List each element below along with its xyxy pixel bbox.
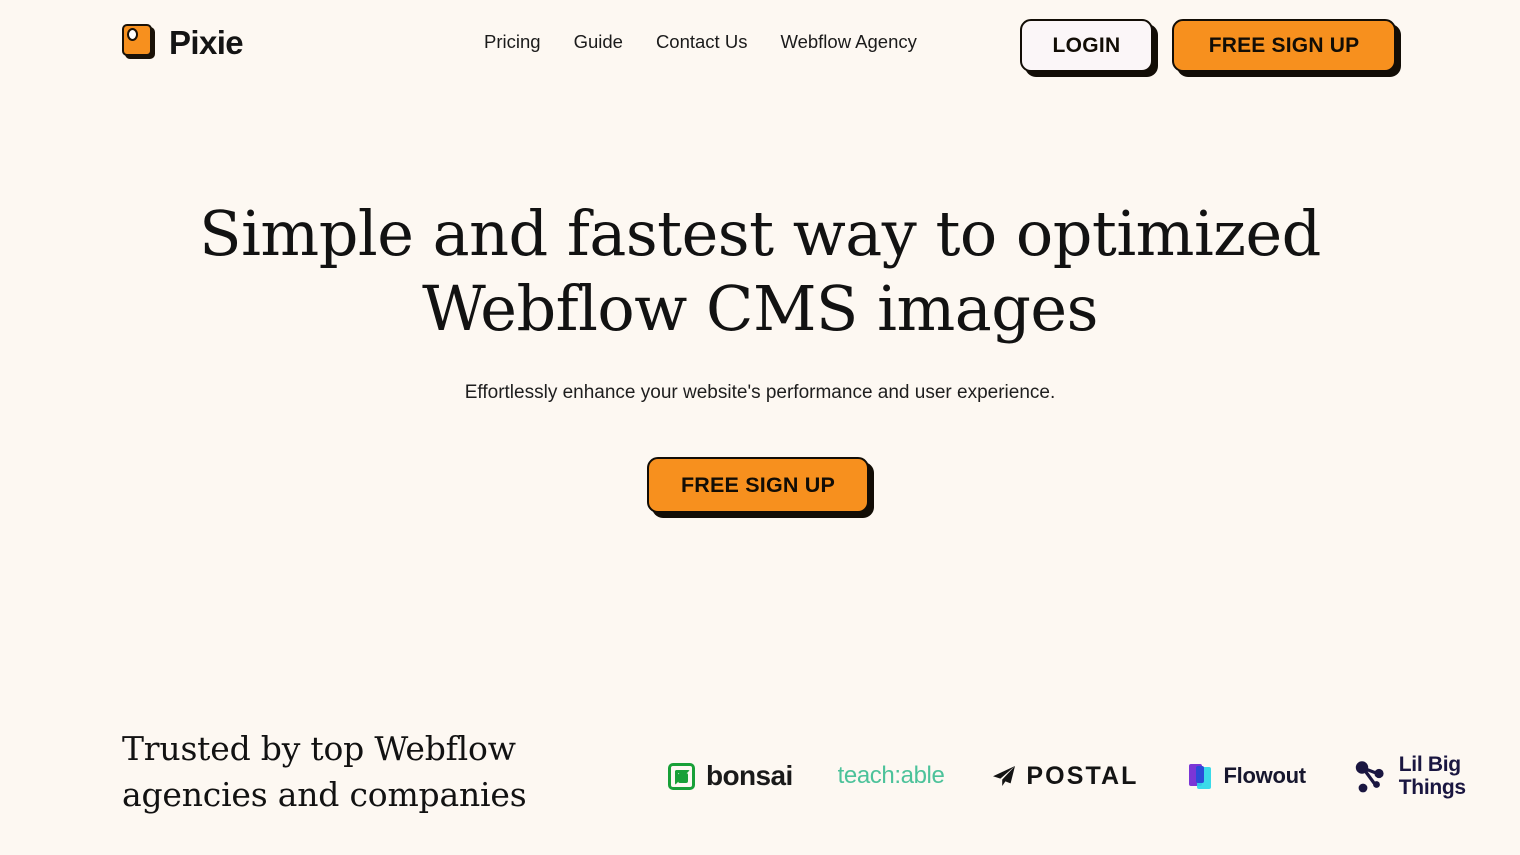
hero-title-line-1: Simple and fastest way to optimized [199,197,1321,270]
hero-free-signup-button[interactable]: FREE SIGN UP [647,457,869,513]
client-logo-bonsai: bonsai [668,762,793,790]
teachable-wordmark: teach:able [837,762,945,789]
client-logo-postal: POSTAL [992,761,1139,790]
hero-subtitle: Effortlessly enhance your website's perf… [464,382,1056,403]
flowout-wordmark: Flowout [1223,763,1307,788]
trusted-by-section: Trusted by top Webflow agencies and comp… [0,716,1520,826]
client-logo-flowout: Flowout [1188,763,1307,789]
hero-title-line-2: Webflow CMS images [422,272,1098,345]
pixie-square-icon [122,24,156,60]
site-header: Pixie Pricing Guide Contact Us Webflow A… [0,0,1520,92]
hero-section: Simple and fastest way to optimized Webf… [0,196,1520,513]
brand-name: Pixie [169,23,244,61]
nav-item-pricing[interactable]: Pricing [484,32,541,52]
paper-plane-icon [993,766,1016,786]
lbt-line-2: Things [1398,776,1466,799]
nav-item-contact-us[interactable]: Contact Us [656,32,748,52]
bonsai-wordmark: bonsai [706,760,793,791]
client-logo-teachable: teach:able [838,764,945,788]
flowout-cards-icon [1188,763,1215,789]
brand-logo[interactable]: Pixie [122,23,244,61]
nav-item-webflow-agency[interactable]: Webflow Agency [780,32,916,52]
trusted-heading-line-1: Trusted by top Webflow [122,729,516,768]
lbt-line-1: Lil Big [1398,753,1461,776]
page-title: Simple and fastest way to optimized Webf… [170,196,1350,346]
main-nav: Pricing Guide Contact Us Webflow Agency [484,32,917,52]
client-logo-lil-big-things: Lil Big Things [1354,753,1466,799]
nav-item-guide[interactable]: Guide [574,32,623,52]
trusted-by-heading: Trusted by top Webflow agencies and comp… [122,726,592,818]
bonsai-spiral-icon [668,762,695,790]
client-logo-row: bonsai teach:able POSTAL Flowout Lil Big… [668,746,1466,806]
postal-wordmark: POSTAL [1026,761,1139,790]
trusted-heading-line-2: agencies and companies [122,775,527,814]
lil-big-things-wordmark: Lil Big Things [1399,753,1466,799]
molecule-nodes-icon [1355,761,1384,793]
login-button[interactable]: LOGIN [1020,19,1153,72]
header-free-signup-button[interactable]: FREE SIGN UP [1172,19,1396,72]
